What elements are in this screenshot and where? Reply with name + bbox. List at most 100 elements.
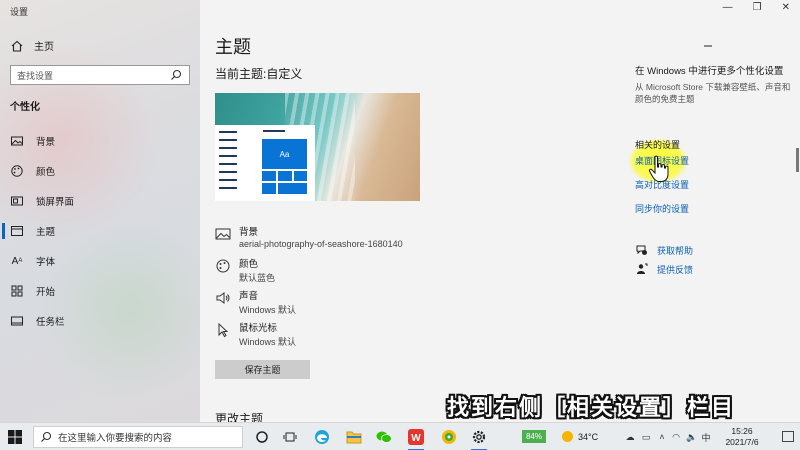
clock-date: 2021/7/6 — [725, 437, 759, 447]
network-icon[interactable]: ▭ — [640, 431, 652, 443]
chevron-up-icon[interactable]: ˄ — [656, 431, 668, 443]
save-theme-button[interactable]: 保存主题 — [215, 360, 310, 379]
file-explorer-icon[interactable] — [345, 428, 363, 446]
window-title: 设置 — [10, 7, 29, 17]
windows-taskbar: 在这里输入你要搜索的内容 W 84% 34°C ☁ ▭ ˄ ◠ 🔈 中 15:2… — [0, 422, 800, 450]
sidebar-item-label: 开始 — [36, 287, 56, 298]
temperature: 34°C — [578, 431, 599, 442]
lockscreen-icon — [10, 194, 24, 208]
divider-dash — [704, 45, 712, 47]
picture-icon — [215, 226, 231, 242]
sidebar-item-taskbar[interactable]: 任务栏 — [0, 310, 200, 332]
search-icon — [41, 431, 52, 442]
feedback-icon — [635, 262, 649, 276]
close-button[interactable]: ✕ — [782, 2, 790, 13]
theme-color-setting[interactable]: 颜色 默认蓝色 — [215, 256, 275, 284]
maximize-button[interactable]: ❐ — [753, 2, 762, 13]
settings-gear-icon[interactable] — [470, 428, 488, 450]
settings-sidebar: 设置 主页 查找设置 个性化 背景 颜色 锁屏界面 主题 A A 字体 开始 任… — [0, 0, 200, 422]
theme-icon — [10, 224, 24, 238]
settings-search-input[interactable]: 查找设置 — [10, 65, 190, 85]
sidebar-item-lockscreen[interactable]: 锁屏界面 — [0, 190, 200, 212]
palette-icon — [215, 258, 231, 274]
system-clock[interactable]: 15:26 2021/7/6 — [712, 426, 772, 448]
get-help-link[interactable]: 获取帮助 — [635, 243, 693, 257]
windows-start-icon[interactable] — [8, 430, 22, 444]
taskbar-icon — [10, 314, 24, 328]
task-view-icon[interactable] — [253, 428, 271, 446]
theme-preview: Aa — [215, 93, 420, 201]
sidebar-item-label: 字体 — [36, 257, 56, 268]
svg-text:W: W — [411, 433, 421, 444]
taskbar-search-input[interactable]: 在这里输入你要搜索的内容 — [33, 426, 243, 448]
notification-center-icon[interactable] — [782, 431, 794, 442]
search-icon[interactable] — [169, 68, 183, 82]
search-placeholder: 查找设置 — [17, 70, 54, 81]
preview-start-tiles: Aa — [262, 139, 307, 194]
help-chat-icon — [635, 243, 649, 257]
hand-cursor-icon — [648, 155, 669, 182]
related-settings-heading: 相关的设置 — [635, 140, 681, 150]
weather-widget[interactable]: 34°C — [562, 431, 598, 442]
clock-time: 15:26 — [731, 426, 753, 436]
preview-window-mock: Aa — [215, 125, 315, 201]
cloud-icon[interactable]: ☁ — [624, 431, 636, 443]
setting-value: aerial-photography-of-seashore-1680140 — [239, 239, 403, 249]
setting-name: 背景 — [239, 227, 259, 238]
sun-icon — [562, 431, 573, 442]
minimize-button[interactable]: — — [723, 2, 733, 13]
setting-name: 颜色 — [239, 259, 259, 270]
multi-window-icon[interactable] — [281, 428, 299, 446]
sidebar-item-label: 锁屏界面 — [36, 197, 75, 208]
preview-tile-text: Aa — [262, 139, 307, 169]
start-icon — [10, 284, 24, 298]
setting-name: 鼠标光标 — [239, 323, 278, 334]
sidebar-item-background[interactable]: 背景 — [0, 130, 200, 152]
help-link-label: 获取帮助 — [657, 245, 694, 256]
sidebar-item-label: 颜色 — [36, 167, 56, 178]
theme-sound-setting[interactable]: 声音 Windows 默认 — [215, 288, 296, 316]
scrollbar-thumb[interactable] — [796, 148, 799, 172]
sidebar-item-label: 主题 — [36, 227, 56, 238]
page-title: 主题 — [215, 37, 251, 57]
wechat-icon[interactable] — [375, 428, 393, 446]
sidebar-item-themes[interactable]: 主题 — [0, 220, 200, 242]
taskbar-search-placeholder: 在这里输入你要搜索的内容 — [58, 433, 173, 444]
setting-value: 默认蓝色 — [239, 273, 276, 283]
wifi-icon[interactable]: ◠ — [670, 431, 682, 443]
more-personalization-heading: 在 Windows 中进行更多个性化设置 — [635, 66, 784, 77]
home-icon — [10, 39, 24, 53]
media-player-icon[interactable] — [440, 428, 458, 446]
picture-icon — [10, 134, 24, 148]
sidebar-section-title: 个性化 — [10, 102, 40, 113]
sidebar-item-fonts[interactable]: AA 字体 — [0, 250, 200, 272]
setting-value: Windows 默认 — [239, 337, 297, 347]
ime-indicator[interactable]: 中 — [700, 431, 712, 443]
setting-name: 声音 — [239, 291, 259, 302]
font-icon: AA — [11, 255, 23, 267]
battery-indicator[interactable]: 84% — [522, 430, 546, 443]
theme-background-setting[interactable]: 背景 aerial-photography-of-seashore-168014… — [215, 224, 403, 249]
feedback-link-label: 提供反馈 — [657, 264, 694, 275]
give-feedback-link[interactable]: 提供反馈 — [635, 262, 693, 276]
wps-office-icon[interactable]: W — [407, 428, 425, 450]
sidebar-item-home[interactable]: 主页 — [10, 38, 54, 53]
window-controls: — ❐ ✕ — [723, 2, 790, 13]
edge-browser-icon[interactable] — [313, 428, 331, 446]
sidebar-item-label: 背景 — [36, 137, 56, 148]
more-personalization-description: 从 Microsoft Store 下载兼容壁纸、声音和颜色的免费主题 — [635, 82, 791, 104]
volume-icon[interactable]: 🔈 — [686, 431, 698, 443]
sidebar-item-colors[interactable]: 颜色 — [0, 160, 200, 182]
sidebar-item-label: 主页 — [34, 42, 54, 53]
sidebar-item-label: 任务栏 — [36, 317, 65, 328]
cursor-icon — [215, 322, 231, 338]
sidebar-item-start[interactable]: 开始 — [0, 280, 200, 302]
setting-value: Windows 默认 — [239, 305, 297, 315]
current-theme-label: 当前主题:自定义 — [215, 67, 303, 81]
video-subtitle: 找到右侧［相关设置］栏目 — [447, 395, 736, 420]
settings-main-panel: — ❐ ✕ 主题 当前主题:自定义 Aa 背景 aerial-photograp… — [200, 0, 800, 426]
palette-icon — [10, 164, 24, 178]
sync-settings-link[interactable]: 同步你的设置 — [635, 202, 689, 215]
theme-cursor-setting[interactable]: 鼠标光标 Windows 默认 — [215, 320, 296, 348]
speaker-icon — [215, 290, 231, 306]
